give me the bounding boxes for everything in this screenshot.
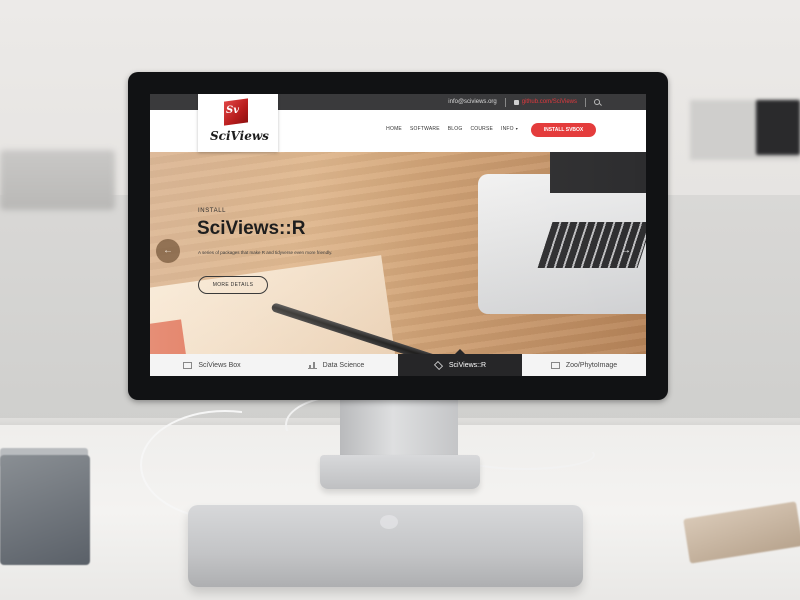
background-monitor	[756, 100, 800, 155]
background-furniture	[0, 150, 115, 210]
tab-label: Zoo/PhytoImage	[565, 361, 618, 369]
tab-label: SciViews Box	[198, 361, 241, 369]
more-details-button[interactable]: MORE DETAILS	[198, 276, 268, 294]
nav-item-info[interactable]: INFO ▾	[501, 126, 518, 132]
apple-logo-icon	[392, 378, 404, 392]
monitor-stand-base	[320, 455, 480, 489]
hero-slider: INSTALL SciViews::R A series of packages…	[150, 152, 646, 354]
arrow-right-icon[interactable]: →	[616, 241, 636, 261]
tab-data-science[interactable]: Data Science	[274, 354, 398, 376]
contact-email-link[interactable]: info@sciviews.org	[448, 99, 496, 105]
monitor-stand-neck	[340, 398, 458, 463]
search-icon[interactable]	[594, 99, 600, 105]
cube-icon	[433, 360, 443, 370]
nav-item-course[interactable]: COURSE	[470, 126, 493, 132]
logo-wordmark: SciViews	[210, 129, 269, 143]
tab-zoo-phytoimage[interactable]: Zoo/PhytoImage	[522, 354, 646, 376]
nav-item-home[interactable]: HOME	[386, 126, 402, 132]
hero-subtitle: A series of packages that make R and tid…	[198, 250, 333, 255]
screen-icon	[550, 361, 560, 369]
tab-label: SciViews::R	[448, 361, 487, 369]
feature-tabs: SciViews Box Data Science SciViews::R Zo…	[150, 349, 646, 376]
install-svbox-button[interactable]: INSTALL SVBOX	[531, 123, 596, 137]
tab-sciviews-box[interactable]: SciViews Box	[150, 354, 274, 376]
github-icon	[513, 99, 519, 105]
github-link[interactable]: github.com/SciViews	[513, 99, 577, 105]
hero-eyebrow: INSTALL	[198, 208, 227, 214]
book	[0, 455, 90, 565]
logo-mark: Sv	[226, 105, 240, 116]
hero-title: SciViews::R	[197, 218, 306, 239]
tab-sciviews-r[interactable]: SciViews::R	[398, 349, 522, 376]
nav-item-info-label: INFO	[501, 126, 514, 132]
divider	[585, 97, 586, 107]
github-link-label: github.com/SciViews	[521, 99, 577, 105]
nav-item-software[interactable]: SOFTWARE	[410, 126, 440, 132]
bar-chart-icon	[307, 361, 317, 369]
arrow-left-icon[interactable]: ←	[156, 239, 180, 263]
chevron-down-icon: ▾	[515, 126, 518, 131]
divider	[504, 97, 506, 107]
laptop-logo-icon	[380, 515, 398, 529]
site-logo[interactable]: Sv SciViews	[198, 94, 278, 152]
nav-item-blog[interactable]: BLOG	[448, 126, 463, 132]
monitor-icon	[183, 361, 193, 369]
monitor-screen: info@sciviews.org github.com/SciViews HO…	[150, 94, 646, 376]
main-nav: HOME SOFTWARE BLOG COURSE INFO ▾	[386, 126, 518, 132]
tab-label: Data Science	[322, 361, 365, 369]
